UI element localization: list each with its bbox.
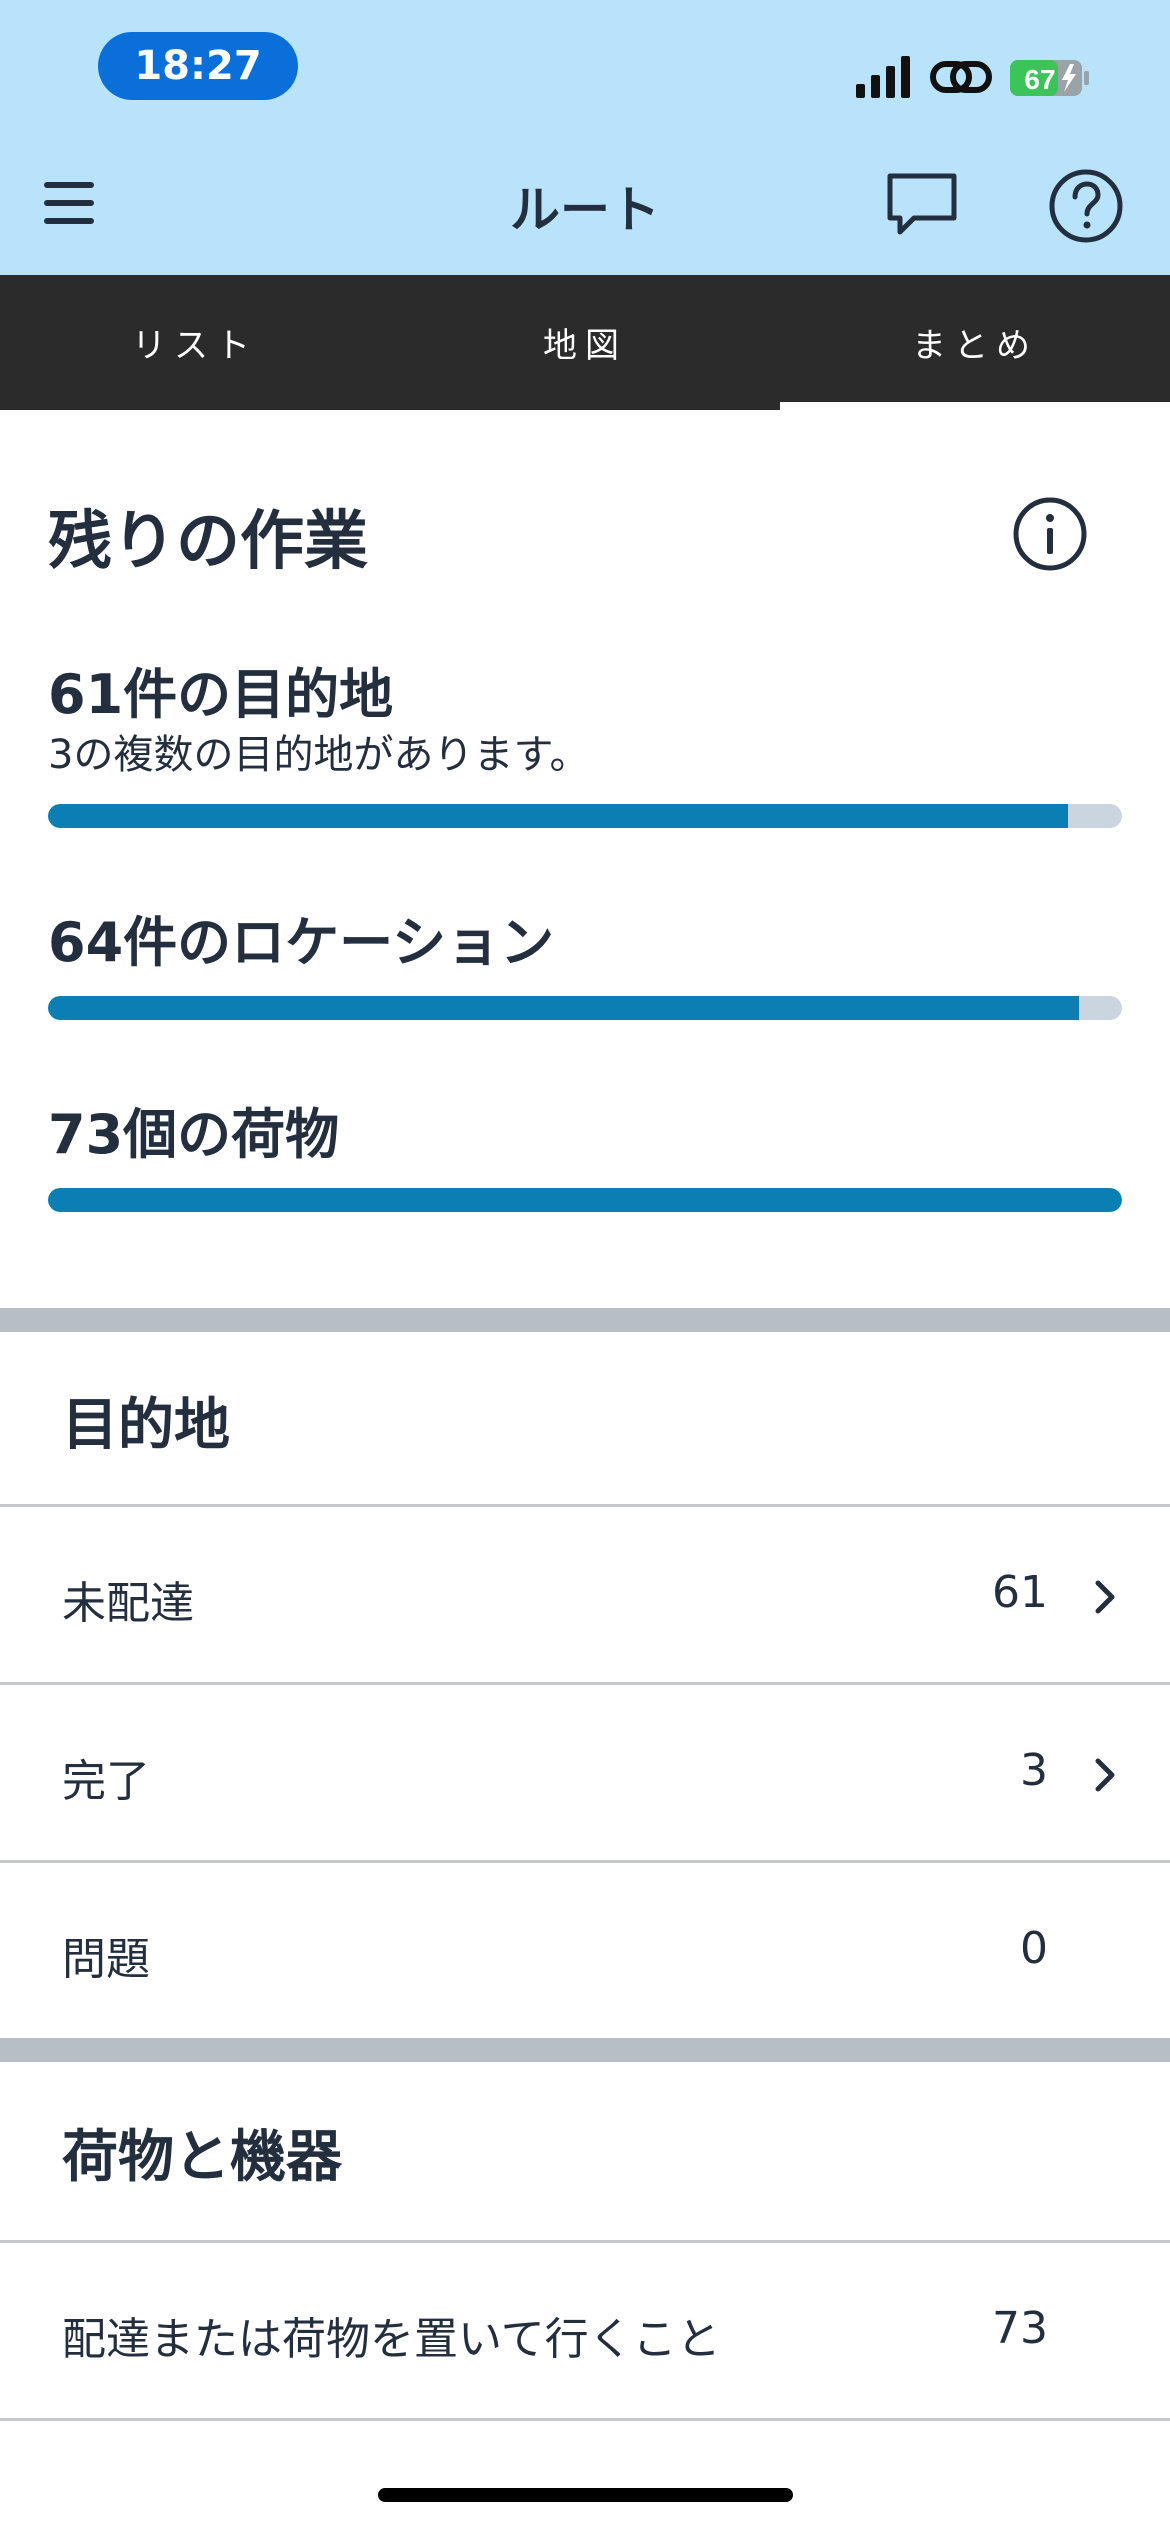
locations-metric-title: 64件のロケーション [48,911,555,974]
battery-icon: 67 [1010,58,1090,98]
row-label: 完了 [62,1756,150,1807]
row-label: 未配達 [62,1578,194,1629]
section-divider [0,1308,1170,1332]
status-bar: 18:27 67 [0,0,1170,130]
packages-section-title: 荷物と機器 [62,2125,342,2190]
row-label: 問題 [62,1934,150,1985]
status-time: 18:27 [98,32,298,100]
remaining-work-section: 残りの作業 61件の目的地 3の複数の目的地があります。 64件のロケーション … [0,410,1170,1310]
list-item-completed[interactable]: 完了 3 [0,1682,1170,1860]
list-item-deliver-or-leave: 配達または荷物を置いて行くこと 73 [0,2240,1170,2418]
list-item-problems: 問題 0 [0,1860,1170,2038]
row-label: 配達または荷物を置いて行くこと [62,2314,721,2365]
list-item-undelivered[interactable]: 未配達 61 [0,1504,1170,1682]
row-count: 73 [992,2303,1048,2354]
row-divider [0,2418,1170,2421]
battery-level: 67 [1024,64,1055,95]
remaining-work-title: 残りの作業 [48,505,368,579]
link-icon [930,61,992,93]
tab-bar: リスト 地図 まとめ [0,275,1170,410]
chevron-right-icon [1095,1758,1115,1792]
packages-progress-fill [48,1188,1122,1212]
destinations-progress-fill [48,804,1069,828]
row-count: 3 [1020,1745,1048,1796]
tab-list[interactable]: リスト [0,275,390,410]
section-divider [0,2038,1170,2062]
destinations-metric-subtitle: 3の複数の目的地があります。 [48,732,590,778]
page-title: ルート [510,181,660,239]
nav-bar: ルート [0,130,1170,275]
tab-summary[interactable]: まとめ [780,275,1170,410]
row-count: 61 [992,1567,1048,1618]
tab-map[interactable]: 地図 [390,275,780,410]
chat-icon[interactable] [884,170,960,238]
packages-metric-title: 73個の荷物 [48,1103,340,1166]
help-icon[interactable] [1048,168,1124,244]
row-count: 0 [1020,1923,1048,1974]
chevron-right-icon [1095,1580,1115,1614]
packages-progress-bar [48,1188,1122,1212]
info-icon[interactable] [1012,496,1088,572]
destinations-section-title: 目的地 [62,1393,230,1458]
locations-progress-bar [48,996,1122,1020]
signal-icon [856,56,910,98]
destinations-progress-bar [48,804,1122,828]
destinations-metric-title: 61件の目的地 [48,663,394,726]
home-indicator[interactable] [378,2488,793,2502]
locations-progress-fill [48,996,1080,1020]
